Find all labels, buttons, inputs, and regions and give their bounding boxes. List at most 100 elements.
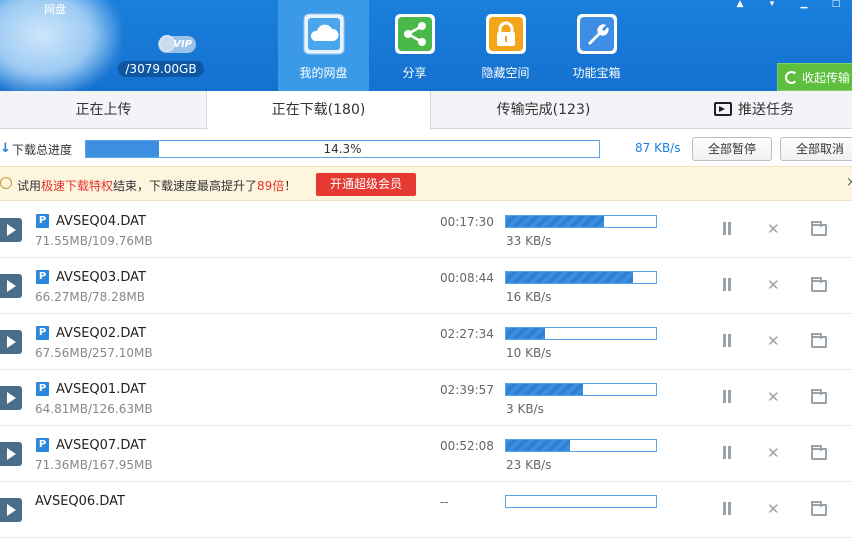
notice-prefix: 试用 bbox=[17, 179, 42, 193]
download-row[interactable]: AVSEQ06.DAT -- ✕ bbox=[0, 482, 852, 538]
file-size: 71.55MB/109.76MB bbox=[35, 234, 153, 248]
tab-uploading-label: 正在上传 bbox=[75, 102, 132, 118]
time-remaining: 02:27:34 bbox=[440, 327, 494, 341]
cancel-icon[interactable]: ✕ bbox=[767, 446, 780, 461]
download-row[interactable]: P AVSEQ01.DAT 64.81MB/126.63MB 02:39:57 3 KB… bbox=[0, 370, 852, 426]
folder-icon[interactable] bbox=[811, 221, 827, 236]
download-row[interactable]: P AVSEQ02.DAT 67.56MB/257.10MB 02:27:34 10 K… bbox=[0, 314, 852, 370]
file-progress-fill bbox=[506, 440, 570, 451]
cancel-icon[interactable]: ✕ bbox=[767, 502, 780, 517]
vip-crown-icon bbox=[159, 35, 175, 52]
file-name: AVSEQ02.DAT bbox=[56, 326, 146, 341]
nav-my-drive[interactable]: 我的网盘 bbox=[278, 0, 369, 91]
nav-hidden-space-label: 隐藏空间 bbox=[481, 66, 530, 80]
dropdown-icon[interactable]: ▾ bbox=[756, 0, 788, 10]
file-name: AVSEQ01.DAT bbox=[56, 382, 146, 397]
download-list: P AVSEQ04.DAT 71.55MB/109.76MB 00:17:30 33 K… bbox=[0, 202, 852, 538]
window-controls: ▲ ▾ ▁ □ bbox=[724, 0, 852, 10]
collapse-transfer-button[interactable]: 收起传输 bbox=[777, 63, 852, 91]
notice-multiplier: 89倍 bbox=[257, 179, 285, 193]
video-file-icon bbox=[0, 218, 22, 242]
folder-icon[interactable] bbox=[811, 445, 827, 460]
time-remaining: 00:52:08 bbox=[440, 439, 494, 453]
upgrade-svip-button[interactable]: 开通超级会员 bbox=[316, 173, 416, 196]
folder-icon[interactable] bbox=[811, 389, 827, 404]
video-file-icon bbox=[0, 386, 22, 410]
file-progress-fill bbox=[506, 328, 546, 339]
tab-completed[interactable]: 传输完成(123) bbox=[431, 91, 656, 129]
pause-icon[interactable] bbox=[721, 390, 733, 404]
download-row[interactable]: P AVSEQ07.DAT 71.36MB/167.95MB 00:52:08 23 K… bbox=[0, 426, 852, 482]
tab-push-tasks-label: 推送任务 bbox=[738, 102, 794, 118]
file-name: AVSEQ04.DAT bbox=[56, 214, 146, 229]
notice-text: 试用极速下载特权结束，下载速度最高提升了89倍！ bbox=[17, 177, 296, 194]
folder-icon[interactable] bbox=[811, 277, 827, 292]
overall-progress-bar: 14.3% bbox=[85, 140, 600, 158]
video-file-icon bbox=[0, 274, 22, 298]
pin-icon[interactable]: ▲ bbox=[724, 0, 756, 10]
folder-icon[interactable] bbox=[811, 333, 827, 348]
pause-icon[interactable] bbox=[721, 334, 733, 348]
nav-share[interactable]: 分享 bbox=[369, 0, 460, 91]
cancel-icon[interactable]: ✕ bbox=[767, 334, 780, 349]
collapse-transfer-label: 收起传输 bbox=[802, 71, 851, 85]
cancel-icon[interactable]: ✕ bbox=[767, 390, 780, 405]
tab-push-tasks[interactable]: 推送任务 bbox=[656, 91, 852, 129]
overall-progress-percent: 14.3% bbox=[323, 142, 362, 156]
p-badge-icon: P bbox=[36, 326, 49, 340]
cancel-icon[interactable]: ✕ bbox=[767, 222, 780, 237]
file-speed: 33 KB/s bbox=[506, 234, 552, 248]
video-file-icon bbox=[0, 442, 22, 466]
speed-trial-notice: 试用极速下载特权结束，下载速度最高提升了89倍！ 开通超级会员 × bbox=[0, 166, 852, 201]
folder-icon[interactable] bbox=[811, 501, 827, 516]
main-nav: 我的网盘 分享 隐藏空间 功能宝箱 bbox=[278, 0, 642, 91]
download-row[interactable]: P AVSEQ04.DAT 71.55MB/109.76MB 00:17:30 33 K… bbox=[0, 202, 852, 258]
nav-share-label: 分享 bbox=[402, 66, 427, 80]
file-size: 67.56MB/257.10MB bbox=[35, 346, 153, 360]
pause-icon[interactable] bbox=[721, 446, 733, 460]
notice-highlight[interactable]: 极速下载特权 bbox=[41, 179, 113, 193]
p-badge-icon: P bbox=[36, 214, 49, 228]
app-header: 网盘 VIP /3079.00GB 我的网盘 分享 隐藏空间 功能宝箱 ▲ ▾ … bbox=[0, 0, 852, 95]
file-progress-fill bbox=[506, 272, 634, 283]
vip-badge[interactable]: VIP bbox=[158, 35, 196, 53]
toolbox-icon bbox=[576, 13, 618, 55]
cloud-icon bbox=[303, 13, 345, 55]
file-progress-bar bbox=[505, 327, 657, 340]
nav-hidden-space[interactable]: 隐藏空间 bbox=[460, 0, 551, 91]
pause-icon[interactable] bbox=[721, 278, 733, 292]
file-speed: 23 KB/s bbox=[506, 458, 552, 472]
refresh-icon bbox=[785, 71, 798, 84]
file-progress-bar bbox=[505, 215, 657, 228]
minimize-icon[interactable]: ▁ bbox=[788, 0, 820, 10]
file-size: 71.36MB/167.95MB bbox=[35, 458, 153, 472]
file-progress-fill bbox=[506, 384, 583, 395]
tab-uploading[interactable]: 正在上传 bbox=[0, 91, 207, 129]
tab-downloading-label: 正在下载(180) bbox=[271, 102, 366, 118]
time-remaining: 00:08:44 bbox=[440, 271, 494, 285]
pause-icon[interactable] bbox=[721, 222, 733, 236]
cancel-icon[interactable]: ✕ bbox=[767, 278, 780, 293]
video-file-icon bbox=[0, 330, 22, 354]
p-badge-icon: P bbox=[36, 438, 49, 452]
transfer-tabs: 正在上传 正在下载(180) 传输完成(123) 推送任务 bbox=[0, 91, 852, 130]
notice-close-icon[interactable]: × bbox=[846, 175, 852, 190]
tab-downloading[interactable]: 正在下载(180) bbox=[206, 91, 431, 130]
tv-icon bbox=[714, 102, 732, 116]
download-row[interactable]: P AVSEQ03.DAT 66.27MB/78.28MB 00:08:44 16 KB… bbox=[0, 258, 852, 314]
file-size: 66.27MB/78.28MB bbox=[35, 290, 145, 304]
close-icon[interactable]: □ bbox=[820, 0, 852, 10]
nav-toolbox[interactable]: 功能宝箱 bbox=[551, 0, 642, 91]
p-badge-icon: P bbox=[36, 270, 49, 284]
file-progress-bar bbox=[505, 271, 657, 284]
tab-completed-label: 传输完成(123) bbox=[496, 102, 591, 118]
cancel-all-button[interactable]: 全部取消 bbox=[780, 137, 852, 161]
notice-middle: 结束，下载速度最高提升了 bbox=[113, 179, 258, 193]
pause-icon[interactable] bbox=[721, 502, 733, 516]
storage-quota: /3079.00GB bbox=[118, 61, 204, 77]
time-remaining: -- bbox=[440, 495, 449, 509]
pause-all-button[interactable]: 全部暂停 bbox=[692, 137, 772, 161]
video-file-icon bbox=[0, 498, 22, 522]
time-remaining: 00:17:30 bbox=[440, 215, 494, 229]
file-progress-bar bbox=[505, 439, 657, 452]
